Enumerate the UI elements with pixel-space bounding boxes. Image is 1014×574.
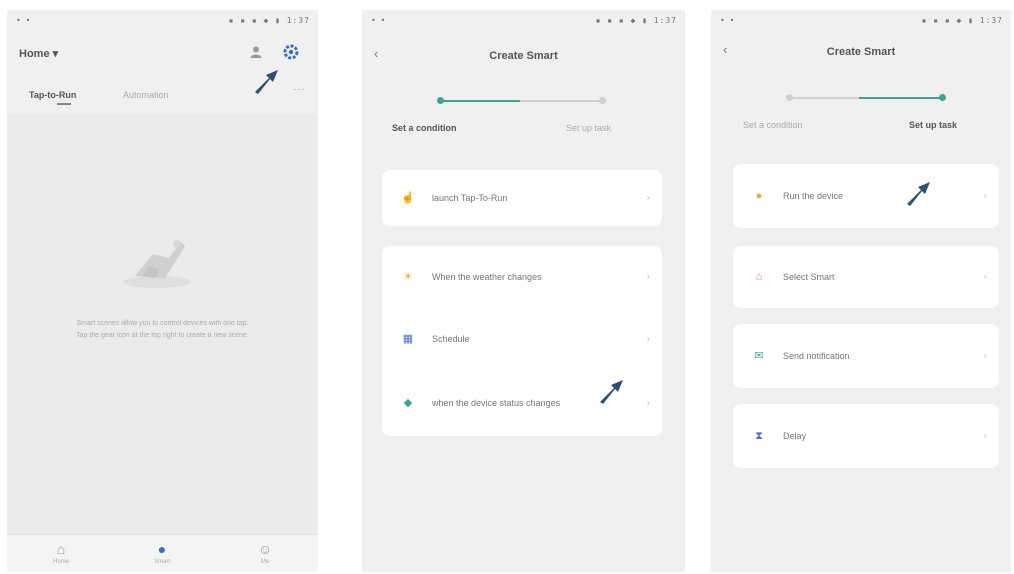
chevron-right-icon: ›: [983, 271, 987, 283]
task-delay[interactable]: ⧗ Delay ›: [733, 411, 999, 461]
pointer-arrow-icon: [907, 182, 930, 206]
hourglass-icon: ⧗: [755, 430, 763, 442]
home-selector[interactable]: Home ▾: [19, 47, 58, 60]
condition-label: launch Tap-To-Run: [432, 193, 508, 203]
page-title: Create Smart: [489, 50, 558, 62]
step-label-task: Set up task: [566, 123, 612, 133]
device-icon: ◆: [403, 397, 413, 409]
hand-tap-icon: ☝: [401, 192, 415, 204]
page-title: Create Smart: [826, 46, 896, 58]
active-tab-indicator: [57, 103, 71, 105]
profile-icon: ☺: [257, 541, 273, 557]
status-right: ▪ ▪ ▪ ◆ ▮ 1:37: [921, 16, 1003, 25]
sun-icon: ☀: [403, 271, 413, 283]
chevron-right-icon: ›: [646, 271, 650, 283]
empty-state-text-line-1: Smart scenes allow you to control device…: [76, 320, 249, 327]
chevron-right-icon: ›: [646, 333, 650, 345]
gear-icon[interactable]: [283, 44, 299, 60]
status-right: ▪ ▪ ▪ ◆ ▮ 1:37: [228, 16, 310, 25]
step-dot-task: [939, 94, 946, 101]
task-card-delay: ⧗ Delay ›: [733, 404, 999, 468]
bottom-navigation: ⌂ Home ● Smart ☺ Me: [7, 534, 318, 572]
bulb-icon: ●: [755, 190, 763, 202]
task-label: Delay: [783, 431, 807, 441]
smart-scenes-screen: • • ▪ ▪ ▪ ◆ ▮ 1:37 Home ▾ Tap-to-Run Aut…: [7, 10, 318, 572]
nav-home-label: Home: [52, 559, 69, 565]
step-label-task: Set up task: [909, 120, 958, 130]
step-dot-task: [599, 97, 606, 104]
task-label: Run the device: [783, 191, 844, 201]
chevron-right-icon: ›: [983, 190, 987, 202]
status-right: ▪ ▪ ▪ ◆ ▮ 1:37: [595, 16, 677, 25]
status-left: • •: [16, 16, 31, 25]
status-left: • •: [371, 16, 386, 25]
pointer-arrow-icon: [255, 70, 278, 94]
condition-weather[interactable]: ☀ When the weather changes ›: [382, 252, 662, 302]
status-bar: • • ▪ ▪ ▪ ◆ ▮ 1:37: [362, 10, 685, 32]
task-card-select-smart: ⌂ Select Smart ›: [733, 246, 999, 308]
empty-scene-illustration-icon: [123, 240, 191, 288]
notification-icon: ✉: [754, 350, 764, 362]
smart-icon: ●: [157, 541, 167, 557]
nav-home[interactable]: ⌂ Home: [31, 535, 91, 572]
nav-smart-label: Smart: [153, 559, 170, 565]
pointer-arrow-icon: [600, 380, 623, 404]
chevron-right-icon: ›: [646, 192, 650, 204]
status-bar: • • ▪ ▪ ▪ ◆ ▮ 1:37: [711, 10, 1011, 32]
home-icon: ⌂: [56, 541, 66, 557]
chevron-right-icon: ›: [983, 350, 987, 362]
task-select-smart[interactable]: ⌂ Select Smart ›: [733, 252, 999, 302]
condition-label: when the device status changes: [432, 398, 561, 408]
step-dot-condition: [786, 94, 793, 101]
status-bar: • • ▪ ▪ ▪ ◆ ▮ 1:37: [7, 10, 318, 32]
task-send-notification[interactable]: ✉ Send notification ›: [733, 331, 999, 381]
tab-tap-to-run[interactable]: Tap-to-Run: [29, 90, 76, 100]
step-label-condition: Set a condition: [392, 123, 457, 133]
task-label: Select Smart: [783, 272, 835, 282]
condition-schedule[interactable]: ▦ Schedule ›: [382, 314, 662, 364]
condition-label: When the weather changes: [432, 272, 542, 282]
chevron-right-icon: ›: [983, 430, 987, 442]
step-label-condition: Set a condition: [743, 120, 803, 130]
more-icon[interactable]: ···: [293, 84, 306, 95]
condition-label: Schedule: [432, 334, 470, 344]
nav-smart[interactable]: ● Smart: [132, 535, 192, 572]
nav-me[interactable]: ☺ Me: [235, 535, 295, 572]
create-smart-task-screen: • • ▪ ▪ ▪ ◆ ▮ 1:37 ‹ Create Smart Set a …: [711, 10, 1011, 572]
calendar-icon: ▦: [402, 333, 414, 345]
task-run-device[interactable]: ● Run the device ›: [733, 171, 999, 221]
person-icon[interactable]: [248, 45, 264, 61]
condition-card-tap: ☝ launch Tap-To-Run ›: [382, 170, 662, 226]
chevron-right-icon: ›: [646, 397, 650, 409]
step-progress-bar: [440, 100, 604, 102]
step-dot-condition: [437, 97, 444, 104]
condition-launch-tap-to-run[interactable]: ☝ launch Tap-To-Run ›: [382, 173, 662, 223]
condition-card-automation: ☀ When the weather changes › ▦ Schedule …: [382, 246, 662, 436]
create-smart-condition-screen: • • ▪ ▪ ▪ ◆ ▮ 1:37 ‹ Create Smart Set a …: [362, 10, 685, 572]
empty-state-text-line-2: Tap the gear icon at the top right to cr…: [76, 332, 249, 339]
smart-home-icon: ⌂: [755, 271, 763, 283]
tab-automation[interactable]: Automation: [123, 90, 169, 100]
task-card-notification: ✉ Send notification ›: [733, 324, 999, 388]
task-label: Send notification: [783, 351, 850, 361]
status-left: • •: [720, 16, 735, 25]
step-progress-bar: [789, 97, 943, 99]
nav-me-label: Me: [260, 559, 270, 565]
task-card-run-device: ● Run the device ›: [733, 164, 999, 228]
